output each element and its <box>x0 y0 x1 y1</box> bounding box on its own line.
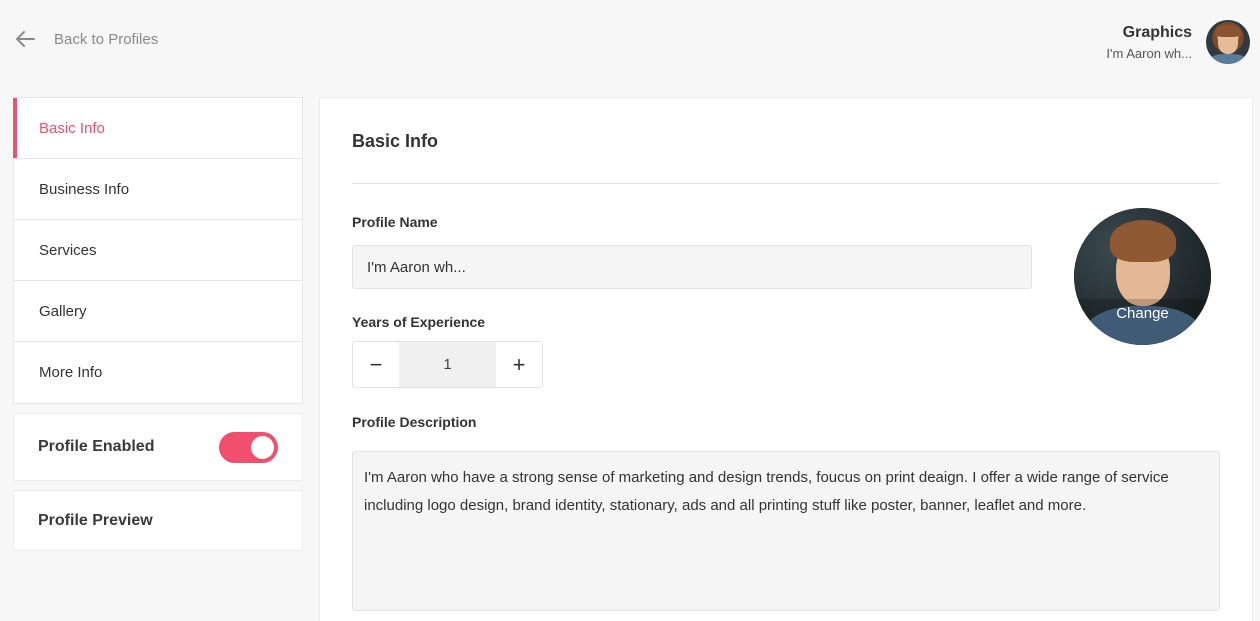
user-menu[interactable]: Graphics I'm Aaron wh... <box>1106 20 1250 64</box>
sidebar-item-services[interactable]: Services <box>14 220 302 281</box>
increment-button[interactable]: + <box>496 342 542 387</box>
profile-enabled-row: Profile Enabled <box>13 413 303 481</box>
sidebar-nav: Basic Info Business Info Services Galler… <box>13 97 303 404</box>
experience-stepper: − 1 + <box>352 341 543 388</box>
sidebar-item-more-info[interactable]: More Info <box>14 342 302 403</box>
sidebar: Basic Info Business Info Services Galler… <box>13 97 303 551</box>
sidebar-item-gallery[interactable]: Gallery <box>14 281 302 342</box>
user-title: Graphics <box>1122 23 1192 41</box>
profile-enabled-label: Profile Enabled <box>38 438 155 455</box>
user-subtitle: I'm Aaron wh... <box>1106 45 1192 61</box>
profile-name-input[interactable] <box>352 245 1032 289</box>
arrow-left-icon <box>14 30 36 48</box>
avatar[interactable] <box>1206 20 1250 64</box>
change-photo-label: Change <box>1116 305 1169 322</box>
basic-info-panel: Basic Info Profile Name Years of Experie… <box>319 97 1253 621</box>
sidebar-item-label: Business Info <box>39 180 130 198</box>
sidebar-item-basic-info[interactable]: Basic Info <box>13 98 302 159</box>
back-to-profiles-link[interactable]: Back to Profiles <box>14 30 158 48</box>
sidebar-item-label: Basic Info <box>39 119 105 137</box>
page-title: Basic Info <box>352 131 439 151</box>
profile-enabled-toggle[interactable] <box>219 431 278 463</box>
profile-preview-label: Profile Preview <box>38 511 153 529</box>
experience-value[interactable]: 1 <box>399 342 496 387</box>
sidebar-item-label: Services <box>39 241 97 259</box>
experience-label: Years of Experience <box>352 314 486 330</box>
profile-name-label: Profile Name <box>352 214 438 230</box>
sidebar-item-label: Gallery <box>39 302 87 320</box>
profile-preview-button[interactable]: Profile Preview <box>13 490 303 551</box>
toggle-knob <box>251 435 274 459</box>
decrement-button[interactable]: − <box>353 342 399 387</box>
sidebar-item-business-info[interactable]: Business Info <box>14 159 302 220</box>
sidebar-item-label: More Info <box>39 364 103 381</box>
profile-photo-change-button[interactable]: Change <box>1074 208 1211 345</box>
divider <box>352 183 1220 184</box>
profile-description-input[interactable]: I'm Aaron who have a strong sense of mar… <box>352 451 1220 611</box>
back-label: Back to Profiles <box>54 30 159 48</box>
description-label: Profile Description <box>352 414 477 430</box>
